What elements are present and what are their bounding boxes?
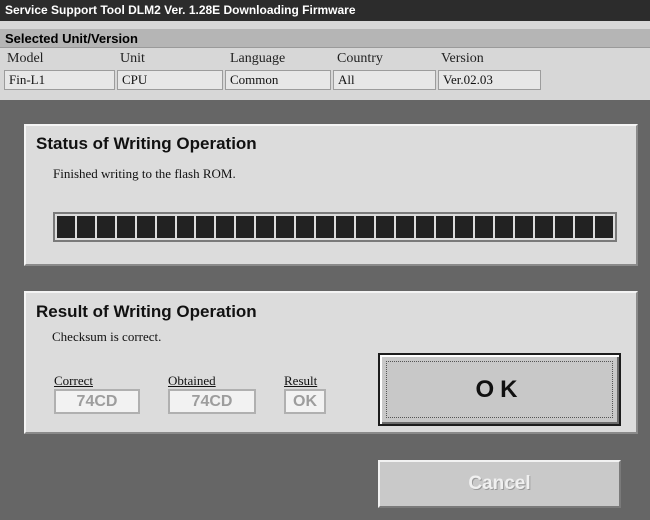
progress-segment xyxy=(96,216,115,238)
checksum-message: Checksum is correct. xyxy=(52,329,162,344)
result-field: OK xyxy=(284,389,326,414)
progress-segment xyxy=(216,216,235,238)
progress-segment xyxy=(196,216,215,238)
ok-button[interactable]: OK xyxy=(378,353,621,426)
progress-segment xyxy=(76,216,95,238)
progress-segment xyxy=(176,216,195,238)
progress-segment xyxy=(355,216,374,238)
progress-segment xyxy=(156,216,175,238)
model-label: Model xyxy=(7,51,44,66)
progress-segment xyxy=(335,216,354,238)
progress-segment xyxy=(315,216,334,238)
progress-segment xyxy=(256,216,275,238)
selected-unit-title: Selected Unit/Version xyxy=(0,29,650,48)
progress-segment xyxy=(495,216,514,238)
progress-segment xyxy=(136,216,155,238)
status-panel: Status of Writing Operation Finished wri… xyxy=(24,124,638,266)
progress-segment xyxy=(57,216,75,238)
obtained-label: Obtained xyxy=(168,373,216,388)
progress-segment xyxy=(296,216,314,238)
cancel-button[interactable]: Cancel xyxy=(378,460,621,508)
selected-unit-panel: Selected Unit/Version Model Unit Languag… xyxy=(0,21,650,100)
progress-segment xyxy=(535,216,554,238)
version-label: Version xyxy=(441,51,484,66)
status-message: Finished writing to the flash ROM. xyxy=(53,166,236,181)
country-value: All xyxy=(333,70,436,90)
progress-segment xyxy=(555,216,573,238)
window-title: Service Support Tool DLM2 Ver. 1.28E Dow… xyxy=(0,0,650,21)
progress-segment xyxy=(375,216,394,238)
result-heading: Result of Writing Operation xyxy=(36,302,257,321)
status-heading: Status of Writing Operation xyxy=(36,134,257,153)
progress-segment xyxy=(236,216,255,238)
progress-segment xyxy=(455,216,474,238)
focus-ring xyxy=(386,361,613,418)
progress-bar xyxy=(53,212,617,242)
progress-segment xyxy=(395,216,414,238)
model-value: Fin-L1 xyxy=(4,70,115,90)
progress-segment xyxy=(415,216,434,238)
obtained-field: 74CD xyxy=(168,389,256,414)
progress-segment xyxy=(475,216,494,238)
progress-segment xyxy=(515,216,534,238)
correct-field: 74CD xyxy=(54,389,140,414)
unit-label: Unit xyxy=(120,51,145,66)
progress-segment xyxy=(435,216,454,238)
progress-segment xyxy=(594,216,613,238)
correct-label: Correct xyxy=(54,373,93,388)
country-label: Country xyxy=(337,51,383,66)
result-label: Result xyxy=(284,373,318,388)
language-label: Language xyxy=(230,51,286,66)
cancel-button-label: Cancel xyxy=(468,473,531,494)
language-value: Common xyxy=(225,70,331,90)
version-value: Ver.02.03 xyxy=(438,70,541,90)
progress-segment xyxy=(276,216,295,238)
progress-segment xyxy=(116,216,135,238)
progress-segment xyxy=(574,216,593,238)
unit-value: CPU xyxy=(117,70,223,90)
